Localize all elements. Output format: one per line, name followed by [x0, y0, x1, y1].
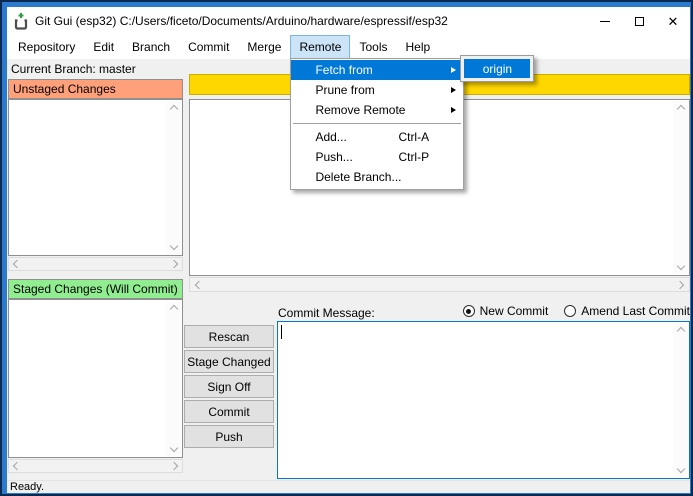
- scroll-left-icon[interactable]: [13, 260, 21, 268]
- minimize-icon: [600, 21, 610, 22]
- menu-item-delete-branch[interactable]: Delete Branch...: [291, 167, 463, 187]
- new-commit-label: New Commit: [480, 304, 549, 318]
- status-text: Ready.: [10, 481, 44, 493]
- commit-message-scrollbar[interactable]: [673, 323, 688, 477]
- scroll-down-icon[interactable]: [676, 262, 684, 270]
- commit-type-radios: New Commit Amend Last Commit: [463, 304, 690, 318]
- submenu-arrow-icon: [446, 67, 456, 73]
- staged-horizontal-scrollbar[interactable]: [8, 459, 183, 473]
- unstaged-horizontal-scrollbar[interactable]: [8, 257, 183, 271]
- unstaged-changes-title: Unstaged Changes: [13, 82, 116, 96]
- commit-message-label: Commit Message:: [278, 306, 375, 320]
- text-caret: [281, 325, 282, 339]
- menu-item-prune-from[interactable]: Prune from: [291, 80, 463, 100]
- commit-message-input[interactable]: [277, 321, 690, 479]
- menu-remote-label: Remote: [299, 40, 341, 54]
- menu-branch[interactable]: Branch: [123, 35, 179, 59]
- commit-button[interactable]: Commit: [184, 400, 274, 423]
- submenu-arrow-icon: [446, 107, 456, 113]
- scroll-right-icon[interactable]: [170, 260, 178, 268]
- scroll-right-icon[interactable]: [676, 280, 684, 288]
- desktop: Git Gui (esp32) C:/Users/ficeto/Document…: [0, 0, 693, 496]
- submenu-arrow-icon: [446, 87, 456, 93]
- menu-item-add[interactable]: Add... Ctrl-A: [291, 127, 463, 147]
- menu-help[interactable]: Help: [396, 35, 439, 59]
- scroll-left-icon[interactable]: [13, 462, 21, 470]
- scroll-up-icon[interactable]: [676, 327, 684, 335]
- stage-changed-button[interactable]: Stage Changed: [184, 350, 274, 373]
- scroll-down-icon[interactable]: [169, 444, 177, 452]
- menu-separator: [293, 123, 461, 124]
- sign-off-button[interactable]: Sign Off: [184, 375, 274, 398]
- new-commit-radio[interactable]: [463, 305, 475, 317]
- menu-edit[interactable]: Edit: [84, 35, 123, 59]
- amend-last-commit-radio[interactable]: [564, 305, 576, 317]
- scroll-up-icon[interactable]: [169, 305, 177, 313]
- menu-item-push[interactable]: Push... Ctrl-P: [291, 147, 463, 167]
- close-icon: ✕: [668, 15, 679, 28]
- fetch-from-submenu: origin: [460, 55, 534, 82]
- submenu-item-origin[interactable]: origin: [464, 59, 530, 78]
- window-border: Git Gui (esp32) C:/Users/ficeto/Document…: [2, 2, 691, 494]
- shortcut-label: Ctrl-A: [398, 130, 446, 144]
- menu-item-fetch-from[interactable]: Fetch from: [291, 60, 463, 80]
- unstaged-file-list[interactable]: [8, 99, 183, 256]
- unstaged-changes-header: Unstaged Changes: [8, 79, 183, 99]
- shortcut-label: Ctrl-P: [398, 150, 446, 164]
- push-button[interactable]: Push: [184, 425, 274, 448]
- remote-dropdown-menu: Fetch from Prune from Remove Remote Add.…: [290, 58, 464, 190]
- menu-commit[interactable]: Commit: [179, 35, 238, 59]
- git-gui-window: Git Gui (esp32) C:/Users/ficeto/Document…: [7, 7, 686, 489]
- menu-merge[interactable]: Merge: [238, 35, 290, 59]
- amend-last-commit-label: Amend Last Commit: [581, 304, 690, 318]
- scroll-right-icon[interactable]: [170, 462, 178, 470]
- status-bar: Ready.: [7, 480, 690, 493]
- menu-bar: Repository Edit Branch Commit Merge Remo…: [7, 35, 690, 59]
- minimize-button[interactable]: [588, 7, 622, 35]
- scroll-down-icon[interactable]: [169, 242, 177, 250]
- current-branch-label: Current Branch: master: [11, 62, 136, 76]
- scroll-down-icon[interactable]: [676, 465, 684, 473]
- scroll-up-icon[interactable]: [676, 105, 684, 113]
- maximize-icon: [635, 17, 644, 26]
- window-title: Git Gui (esp32) C:/Users/ficeto/Document…: [35, 14, 448, 28]
- unstaged-vertical-scrollbar[interactable]: [166, 101, 181, 254]
- menu-item-remove-remote[interactable]: Remove Remote: [291, 100, 463, 120]
- staged-vertical-scrollbar[interactable]: [166, 301, 181, 456]
- diff-horizontal-scrollbar[interactable]: [189, 277, 690, 292]
- menu-remote[interactable]: Remote Fetch from Prune from Remove Remo…: [290, 35, 350, 59]
- staged-changes-title: Staged Changes (Will Commit): [13, 282, 178, 296]
- maximize-button[interactable]: [622, 7, 656, 35]
- menu-tools[interactable]: Tools: [350, 35, 396, 59]
- scroll-up-icon[interactable]: [169, 105, 177, 113]
- menu-repository[interactable]: Repository: [9, 35, 84, 59]
- rescan-button[interactable]: Rescan: [184, 325, 274, 348]
- title-bar[interactable]: Git Gui (esp32) C:/Users/ficeto/Document…: [7, 7, 690, 35]
- diff-vertical-scrollbar[interactable]: [673, 101, 688, 274]
- staged-changes-header: Staged Changes (Will Commit): [8, 279, 183, 299]
- staged-file-list[interactable]: [8, 299, 183, 458]
- scroll-left-icon[interactable]: [195, 280, 203, 288]
- git-gui-app-icon: [13, 12, 29, 30]
- close-button[interactable]: ✕: [656, 7, 690, 35]
